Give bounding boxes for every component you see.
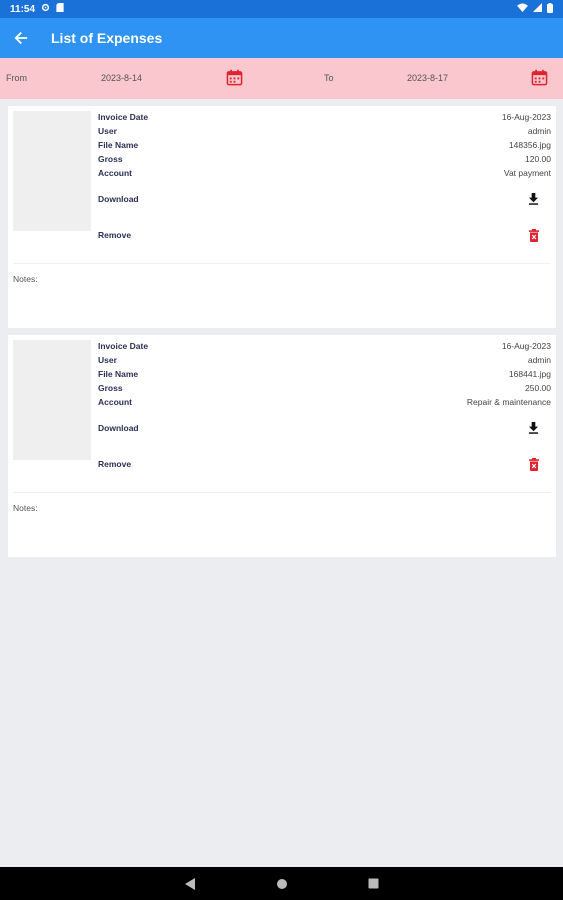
to-date-value[interactable]: 2023-8-17: [407, 73, 448, 83]
notes-label: Notes:: [13, 503, 38, 513]
download-row: Download: [98, 418, 551, 438]
invoice-date-row: Invoice Date 16-Aug-2023: [98, 110, 551, 124]
account-row: Account Repair & maintenance: [98, 395, 551, 409]
account-row: Account Vat payment: [98, 166, 551, 180]
invoice-date-label: Invoice Date: [98, 341, 149, 351]
remove-row: Remove: [98, 225, 551, 245]
download-icon[interactable]: [528, 422, 539, 434]
user-row: User admin: [98, 124, 551, 138]
nav-back-button[interactable]: [183, 877, 197, 891]
file-name-row: File Name 148356.jpg: [98, 138, 551, 152]
notes-label: Notes:: [13, 274, 38, 284]
square-recents-icon: [368, 878, 379, 889]
account-value: Vat payment: [503, 168, 551, 178]
invoice-date-value: 16-Aug-2023: [501, 341, 551, 351]
user-label: User: [98, 355, 117, 365]
gross-label: Gross: [98, 154, 123, 164]
triangle-back-icon: [184, 877, 195, 890]
battery-icon: [547, 2, 553, 16]
nav-recents-button[interactable]: [367, 877, 381, 891]
to-label: To: [324, 73, 334, 83]
arrow-left-icon: [14, 31, 28, 45]
download-icon[interactable]: [528, 193, 539, 205]
download-label: Download: [98, 423, 139, 433]
account-value: Repair & maintenance: [466, 397, 551, 407]
remove-row: Remove: [98, 454, 551, 474]
download-row: Download: [98, 189, 551, 209]
download-label: Download: [98, 194, 139, 204]
account-label: Account: [98, 397, 132, 407]
gross-row: Gross 120.00: [98, 152, 551, 166]
expense-card: Invoice Date 16-Aug-2023 User admin File…: [8, 335, 556, 557]
calendar-icon[interactable]: [226, 69, 243, 88]
from-date-value[interactable]: 2023-8-14: [101, 73, 142, 83]
remove-label: Remove: [98, 459, 132, 469]
gross-label: Gross: [98, 383, 123, 393]
gear-icon: [41, 3, 50, 15]
account-label: Account: [98, 168, 132, 178]
file-name-value: 148356.jpg: [508, 140, 551, 150]
invoice-date-label: Invoice Date: [98, 112, 149, 122]
gross-value: 250.00: [525, 383, 551, 393]
page-title: List of Expenses: [51, 30, 163, 46]
invoice-date-row: Invoice Date 16-Aug-2023: [98, 339, 551, 353]
from-label: From: [6, 73, 27, 83]
receipt-thumbnail[interactable]: [13, 340, 91, 460]
nav-home-button[interactable]: [275, 877, 289, 891]
status-time: 11:54: [10, 3, 36, 15]
file-name-value: 168441.jpg: [508, 369, 551, 379]
gross-value: 120.00: [525, 154, 551, 164]
date-filter-bar: From 2023-8-14 To 2023-8-17: [0, 58, 563, 99]
signal-icon: [533, 3, 542, 15]
back-button[interactable]: [1, 18, 41, 58]
divider: [13, 492, 551, 493]
receipt-thumbnail[interactable]: [13, 111, 91, 231]
invoice-date-value: 16-Aug-2023: [501, 112, 551, 122]
remove-label: Remove: [98, 230, 132, 240]
calendar-icon[interactable]: [531, 69, 548, 88]
trash-icon[interactable]: [529, 457, 539, 471]
file-name-label: File Name: [98, 140, 139, 150]
trash-icon[interactable]: [529, 228, 539, 242]
status-bar: 11:54: [0, 0, 563, 18]
app-bar: List of Expenses: [0, 18, 563, 58]
file-name-row: File Name 168441.jpg: [98, 367, 551, 381]
expense-card: Invoice Date 16-Aug-2023 User admin File…: [8, 106, 556, 328]
circle-home-icon: [276, 878, 287, 889]
user-value: admin: [527, 355, 551, 365]
user-row: User admin: [98, 353, 551, 367]
user-label: User: [98, 126, 117, 136]
system-nav-bar: [0, 867, 563, 900]
gross-row: Gross 250.00: [98, 381, 551, 395]
file-name-label: File Name: [98, 369, 139, 379]
user-value: admin: [527, 126, 551, 136]
sim-card-icon: [56, 3, 64, 15]
divider: [13, 263, 551, 264]
wifi-icon: [517, 3, 528, 15]
